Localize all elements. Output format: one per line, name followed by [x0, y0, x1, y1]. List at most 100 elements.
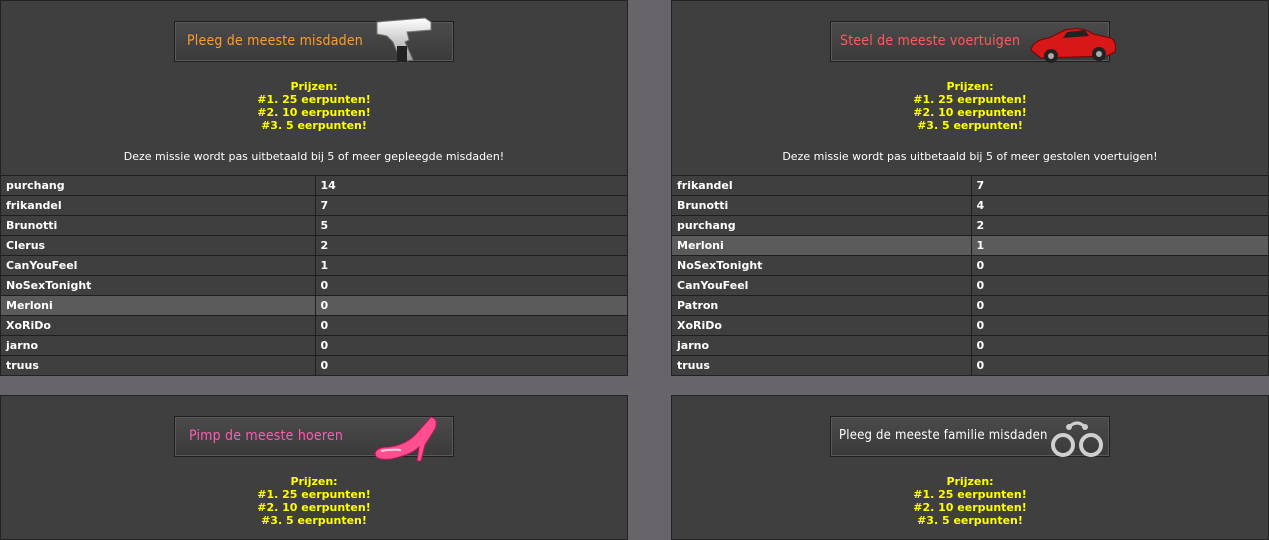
mission-panel-vehicles: Steel de meeste voertuigen Prijzen: #1. …: [671, 0, 1269, 376]
player-score: 0: [970, 335, 1268, 356]
player-name: Patron: [672, 295, 971, 316]
player-score: 0: [314, 355, 627, 375]
table-row: Merloni 1: [672, 235, 1268, 256]
player-name: NoSexTonight: [1, 275, 315, 296]
prize-3: #3. 5 eerpunten!: [917, 119, 1023, 132]
player-score: 0: [970, 355, 1268, 375]
prize-2: #2. 10 eerpunten!: [257, 106, 371, 119]
mission-banner-hookers: Pimp de meeste hoeren: [174, 416, 454, 462]
table-row: Brunotti 5: [1, 215, 627, 236]
player-score: 0: [970, 315, 1268, 336]
table-row: truus 0: [1, 355, 627, 375]
player-score: 7: [314, 195, 627, 216]
prize-3: #3. 5 eerpunten!: [261, 514, 367, 527]
table-row: frikandel 7: [1, 195, 627, 216]
player-name: XoRiDo: [1, 315, 315, 336]
player-score: 1: [970, 235, 1268, 256]
player-name: truus: [1, 355, 315, 375]
table-row: jarno 0: [1, 335, 627, 356]
banner-label: Steel de meeste voertuigen: [840, 33, 1021, 49]
player-name: purchang: [672, 215, 971, 236]
banner-label: Pleeg de meeste misdaden: [187, 33, 363, 49]
player-score: 7: [970, 175, 1268, 196]
player-score: 14: [314, 175, 627, 196]
prize-1: #1. 25 eerpunten!: [257, 488, 371, 501]
table-row: truus 0: [672, 355, 1268, 375]
payout-note: Deze missie wordt pas uitbetaald bij 5 o…: [123, 150, 505, 163]
prize-3: #3. 5 eerpunten!: [261, 119, 367, 132]
player-score: 0: [970, 295, 1268, 316]
mission-panel-crimes: Pleeg de meeste misdaden Prijzen: #1. 25…: [0, 0, 628, 376]
prizes-list: Prijzen: #1. 25 eerpunten! #2. 10 eerpun…: [1, 80, 627, 132]
table-row: XoRiDo 0: [672, 315, 1268, 336]
red-car-icon: [1030, 28, 1116, 63]
prize-2: #2. 10 eerpunten!: [257, 501, 371, 514]
player-name: Brunotti: [672, 195, 971, 216]
table-row: purchang 2: [672, 215, 1268, 236]
table-row: NoSexTonight 0: [672, 255, 1268, 276]
player-name: CanYouFeel: [1, 255, 315, 276]
table-row: Merloni 0: [1, 295, 627, 316]
player-name: Brunotti: [1, 215, 315, 236]
player-score: 1: [314, 255, 627, 276]
prize-2: #2. 10 eerpunten!: [913, 106, 1027, 119]
prizes-heading: Prijzen:: [290, 475, 338, 488]
player-name: jarno: [672, 335, 971, 356]
player-name: Merloni: [672, 235, 971, 256]
player-name: truus: [672, 355, 971, 375]
player-score: 4: [970, 195, 1268, 216]
prizes-list: Prijzen: #1. 25 eerpunten! #2. 10 eerpun…: [672, 475, 1268, 527]
table-row: CanYouFeel 0: [672, 275, 1268, 296]
pistol-icon: [376, 17, 432, 63]
player-score: 0: [970, 255, 1268, 276]
table-row: purchang 14: [1, 175, 627, 196]
table-row: Clerus 2: [1, 235, 627, 256]
player-name: Clerus: [1, 235, 315, 256]
prizes-heading: Prijzen:: [946, 475, 994, 488]
player-name: NoSexTonight: [672, 255, 971, 276]
mission-banner-family-crimes: Pleeg de meeste familie misdaden: [830, 416, 1110, 457]
player-score: 0: [314, 275, 627, 296]
table-row: XoRiDo 0: [1, 315, 627, 336]
player-score: 0: [970, 275, 1268, 296]
table-row: CanYouFeel 1: [1, 255, 627, 276]
player-score: 0: [314, 295, 627, 316]
player-score: 0: [314, 315, 627, 336]
mission-panel-family-crimes: Pleeg de meeste familie misdaden Prijzen…: [671, 395, 1269, 540]
mission-banner-vehicles: Steel de meeste voertuigen: [830, 21, 1116, 63]
handcuffs-icon: [1051, 421, 1103, 457]
prize-3: #3. 5 eerpunten!: [917, 514, 1023, 527]
player-name: CanYouFeel: [672, 275, 971, 296]
player-score: 0: [314, 335, 627, 356]
prizes-list: Prijzen: #1. 25 eerpunten! #2. 10 eerpun…: [672, 80, 1268, 132]
high-heel-icon: [374, 416, 437, 462]
prize-2: #2. 10 eerpunten!: [913, 501, 1027, 514]
player-score: 2: [314, 235, 627, 256]
player-name: frikandel: [1, 195, 315, 216]
player-name: jarno: [1, 335, 315, 356]
table-row: jarno 0: [672, 335, 1268, 356]
table-row: frikandel 7: [672, 175, 1268, 196]
prize-1: #1. 25 eerpunten!: [913, 488, 1027, 501]
prizes-list: Prijzen: #1. 25 eerpunten! #2. 10 eerpun…: [1, 475, 627, 527]
player-name: Merloni: [1, 295, 315, 316]
ranking-table: frikandel 7 Brunotti 4 purchang 2 Merloni 1 NoSe…: [672, 175, 1268, 375]
mission-panel-hookers: Pimp de meeste hoeren Prijzen: #1. 25 ee…: [0, 395, 628, 540]
table-row: Brunotti 4: [672, 195, 1268, 216]
banner-label: Pleeg de meeste familie misdaden: [839, 428, 1048, 443]
mission-banner-crimes: Pleeg de meeste misdaden: [174, 17, 454, 63]
prizes-heading: Prijzen:: [290, 80, 338, 93]
player-score: 2: [970, 215, 1268, 236]
prizes-heading: Prijzen:: [946, 80, 994, 93]
player-name: frikandel: [672, 175, 971, 196]
table-row: NoSexTonight 0: [1, 275, 627, 296]
banner-label: Pimp de meeste hoeren: [189, 428, 344, 444]
player-score: 5: [314, 215, 627, 236]
table-row: Patron 0: [672, 295, 1268, 316]
ranking-table: purchang 14 frikandel 7 Brunotti 5 Clerus 2 CanY…: [1, 175, 627, 375]
player-name: purchang: [1, 175, 315, 196]
payout-note: Deze missie wordt pas uitbetaald bij 5 o…: [782, 150, 1158, 163]
prize-1: #1. 25 eerpunten!: [913, 93, 1027, 106]
player-name: XoRiDo: [672, 315, 971, 336]
prize-1: #1. 25 eerpunten!: [257, 93, 371, 106]
